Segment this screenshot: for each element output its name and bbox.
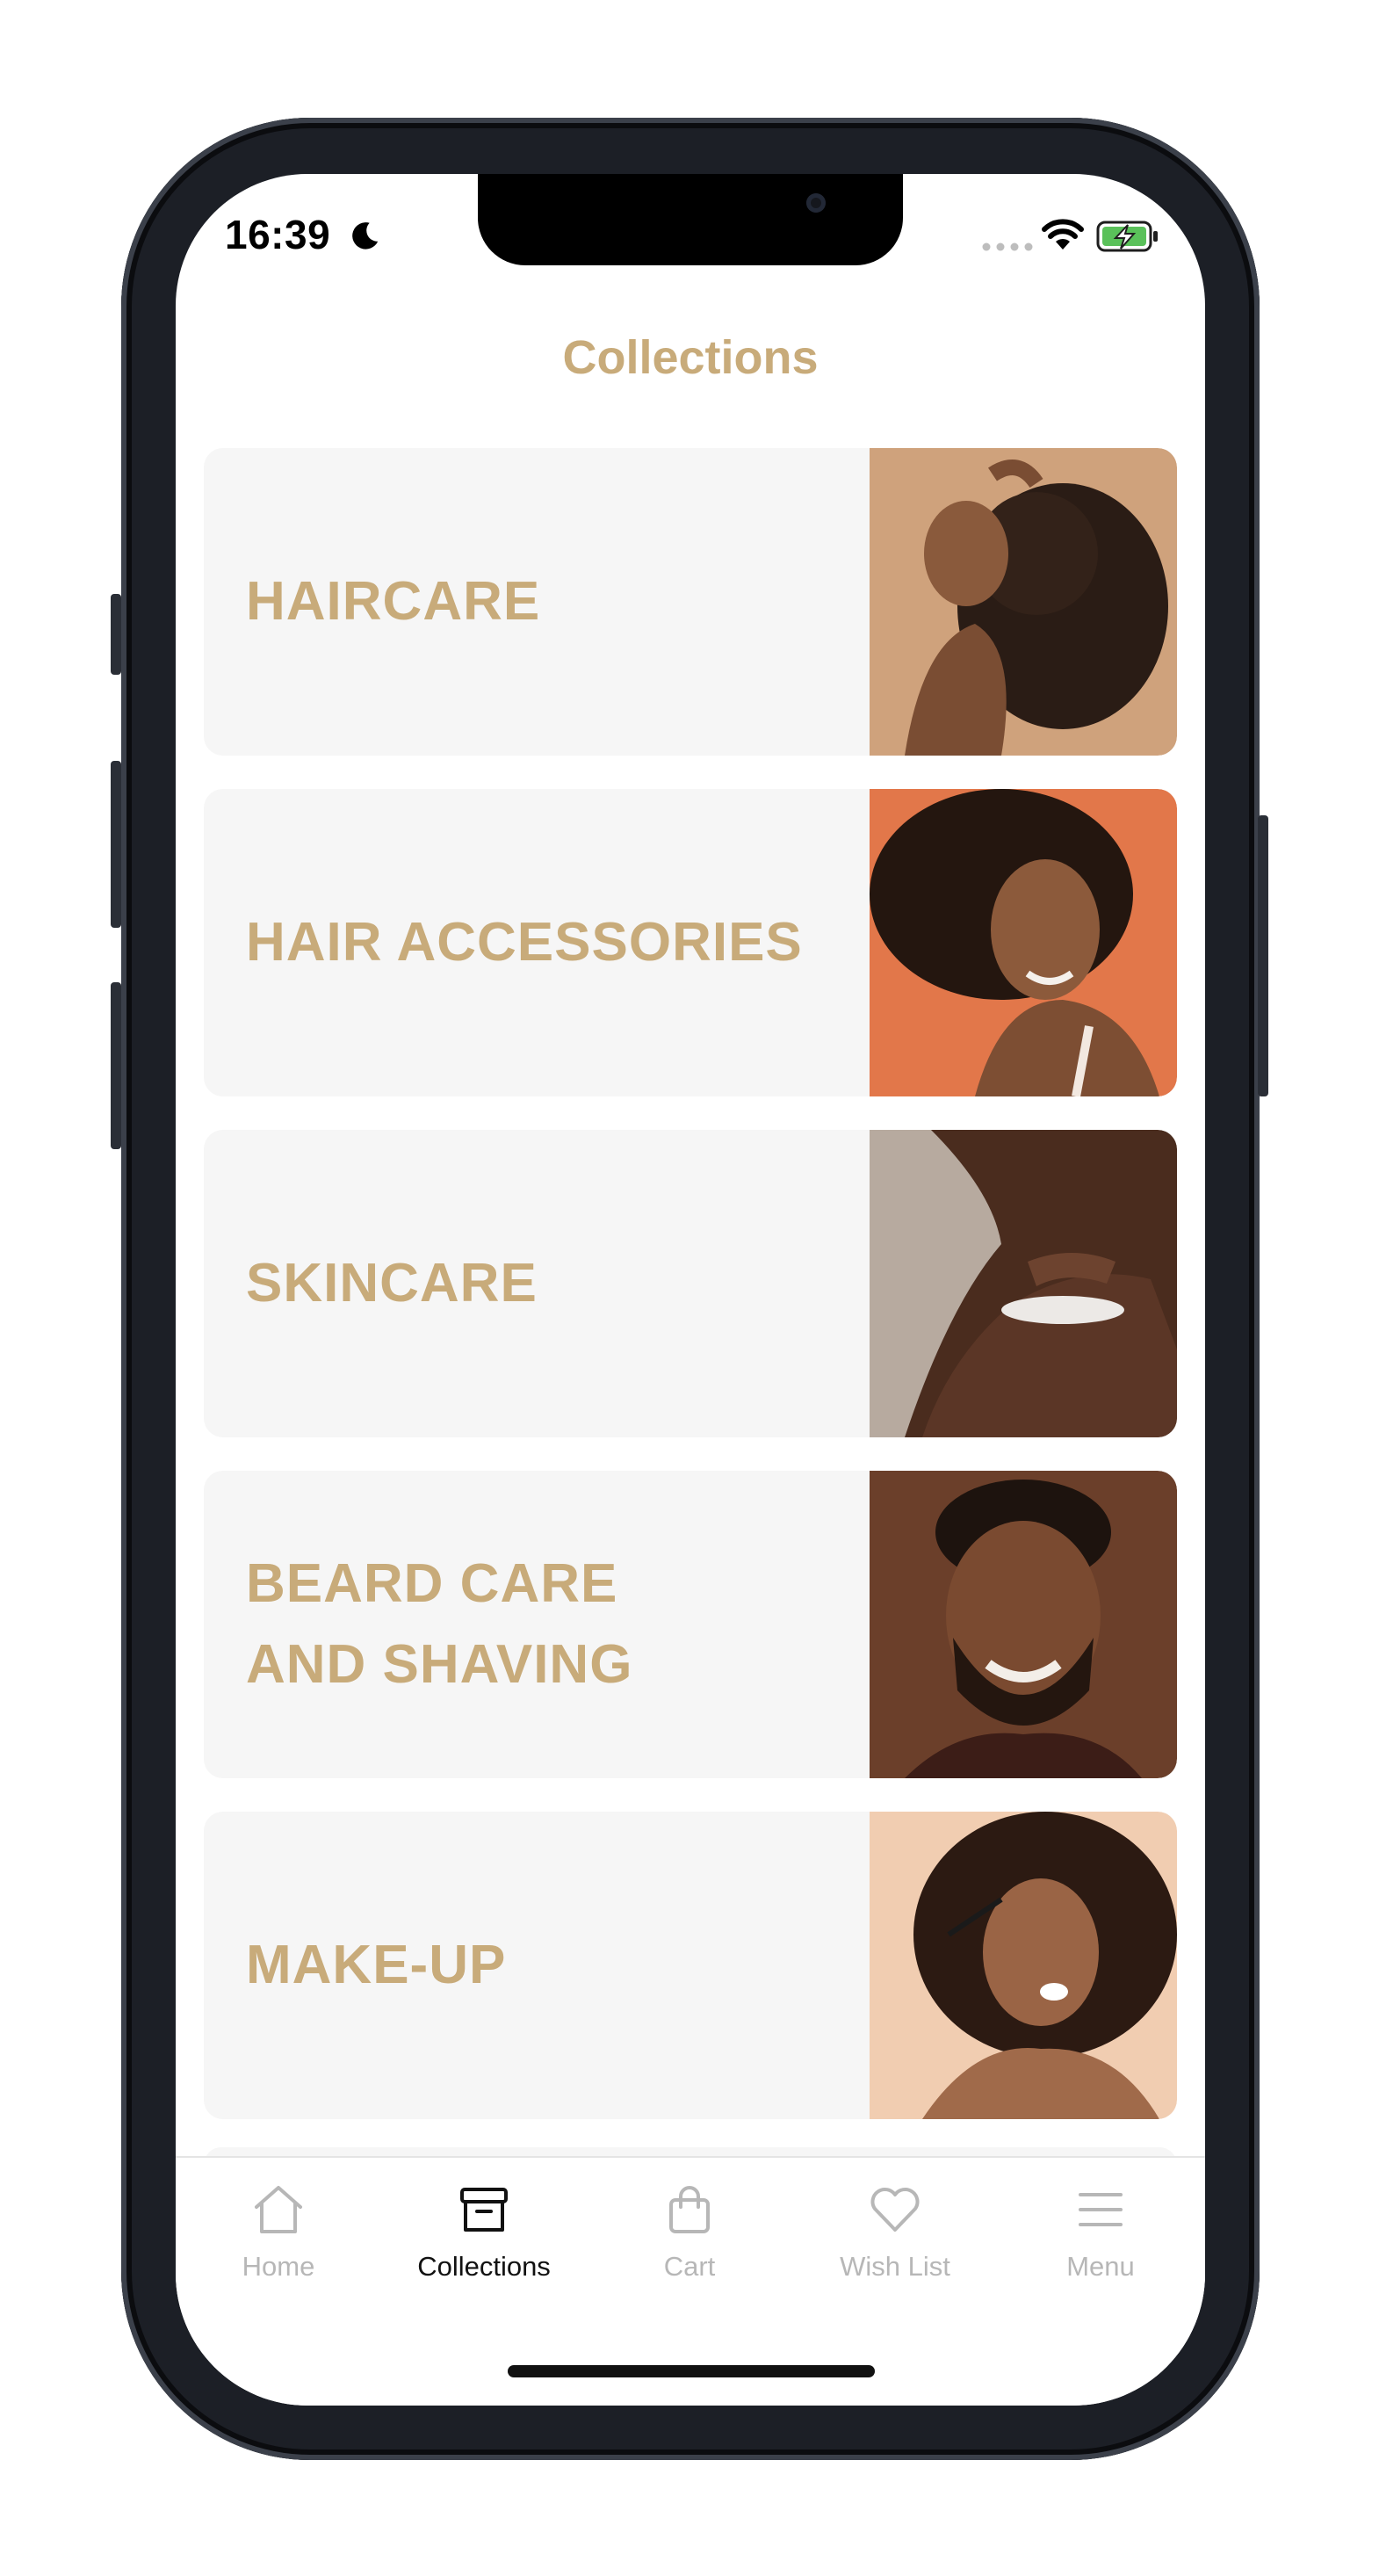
collection-label: SKINCARE [246, 1253, 538, 1313]
shopping-bag-icon [669, 2186, 710, 2233]
collection-photo-make-up [870, 1812, 1177, 2119]
volume-down-button [111, 982, 121, 1149]
tab-label: Home [242, 2251, 315, 2282]
tab-home[interactable]: Home [176, 2181, 381, 2295]
signal-dots-icon [982, 242, 1033, 251]
collection-card-make-up[interactable]: MAKE-UP [204, 1812, 1177, 2119]
collection-card-haircare[interactable]: HAIRCARE [204, 448, 1177, 756]
app-screen: 16:39 Collections HAIRCARE HAIR ACCESSOR… [176, 174, 1205, 2406]
collection-photo-skincare [870, 1130, 1177, 1437]
wifi-icon [1042, 219, 1084, 250]
archive-box-icon [460, 2188, 508, 2232]
tab-label: Cart [663, 2251, 716, 2282]
collections-list: HAIRCARE HAIR ACCESSORIES SKINCARE BEARD… [204, 448, 1177, 2153]
collection-card-hair-accessories[interactable]: HAIR ACCESSORIES [204, 789, 1177, 1096]
notch [478, 174, 903, 265]
page-title: Collections [562, 331, 819, 384]
collection-photo-haircare [870, 448, 1177, 756]
tab-wish-list[interactable]: Wish List [792, 2181, 998, 2295]
silent-switch [111, 594, 121, 675]
moon-icon [352, 222, 379, 250]
camera-icon [806, 193, 826, 213]
collection-label: HAIR ACCESSORIES [246, 912, 803, 973]
home-icon [255, 2186, 302, 2233]
power-button [1258, 815, 1268, 1096]
collection-card-beard-care[interactable]: BEARD CARE AND SHAVING [204, 1471, 1177, 1778]
tab-collections[interactable]: Collections [381, 2181, 587, 2295]
collection-photo-hair-accessories [870, 789, 1177, 1096]
collection-card-skincare[interactable]: SKINCARE [204, 1130, 1177, 1437]
collection-photo-beard-care [870, 1471, 1177, 1778]
tab-label: Menu [1066, 2251, 1135, 2282]
heart-icon [870, 2188, 920, 2232]
battery-charging-icon [1096, 221, 1158, 252]
collection-label: BEARD CARE AND SHAVING [246, 1553, 633, 1695]
tab-cart[interactable]: Cart [587, 2181, 792, 2295]
home-indicator[interactable] [508, 2365, 875, 2377]
collection-label: MAKE-UP [246, 1935, 507, 1995]
tab-label: Wish List [840, 2251, 950, 2282]
status-time: 16:39 [225, 212, 331, 257]
tab-menu[interactable]: Menu [998, 2181, 1203, 2295]
volume-up-button [111, 761, 121, 928]
menu-icon [1079, 2193, 1123, 2226]
tab-label: Collections [417, 2251, 551, 2282]
collection-label: HAIRCARE [246, 571, 541, 632]
